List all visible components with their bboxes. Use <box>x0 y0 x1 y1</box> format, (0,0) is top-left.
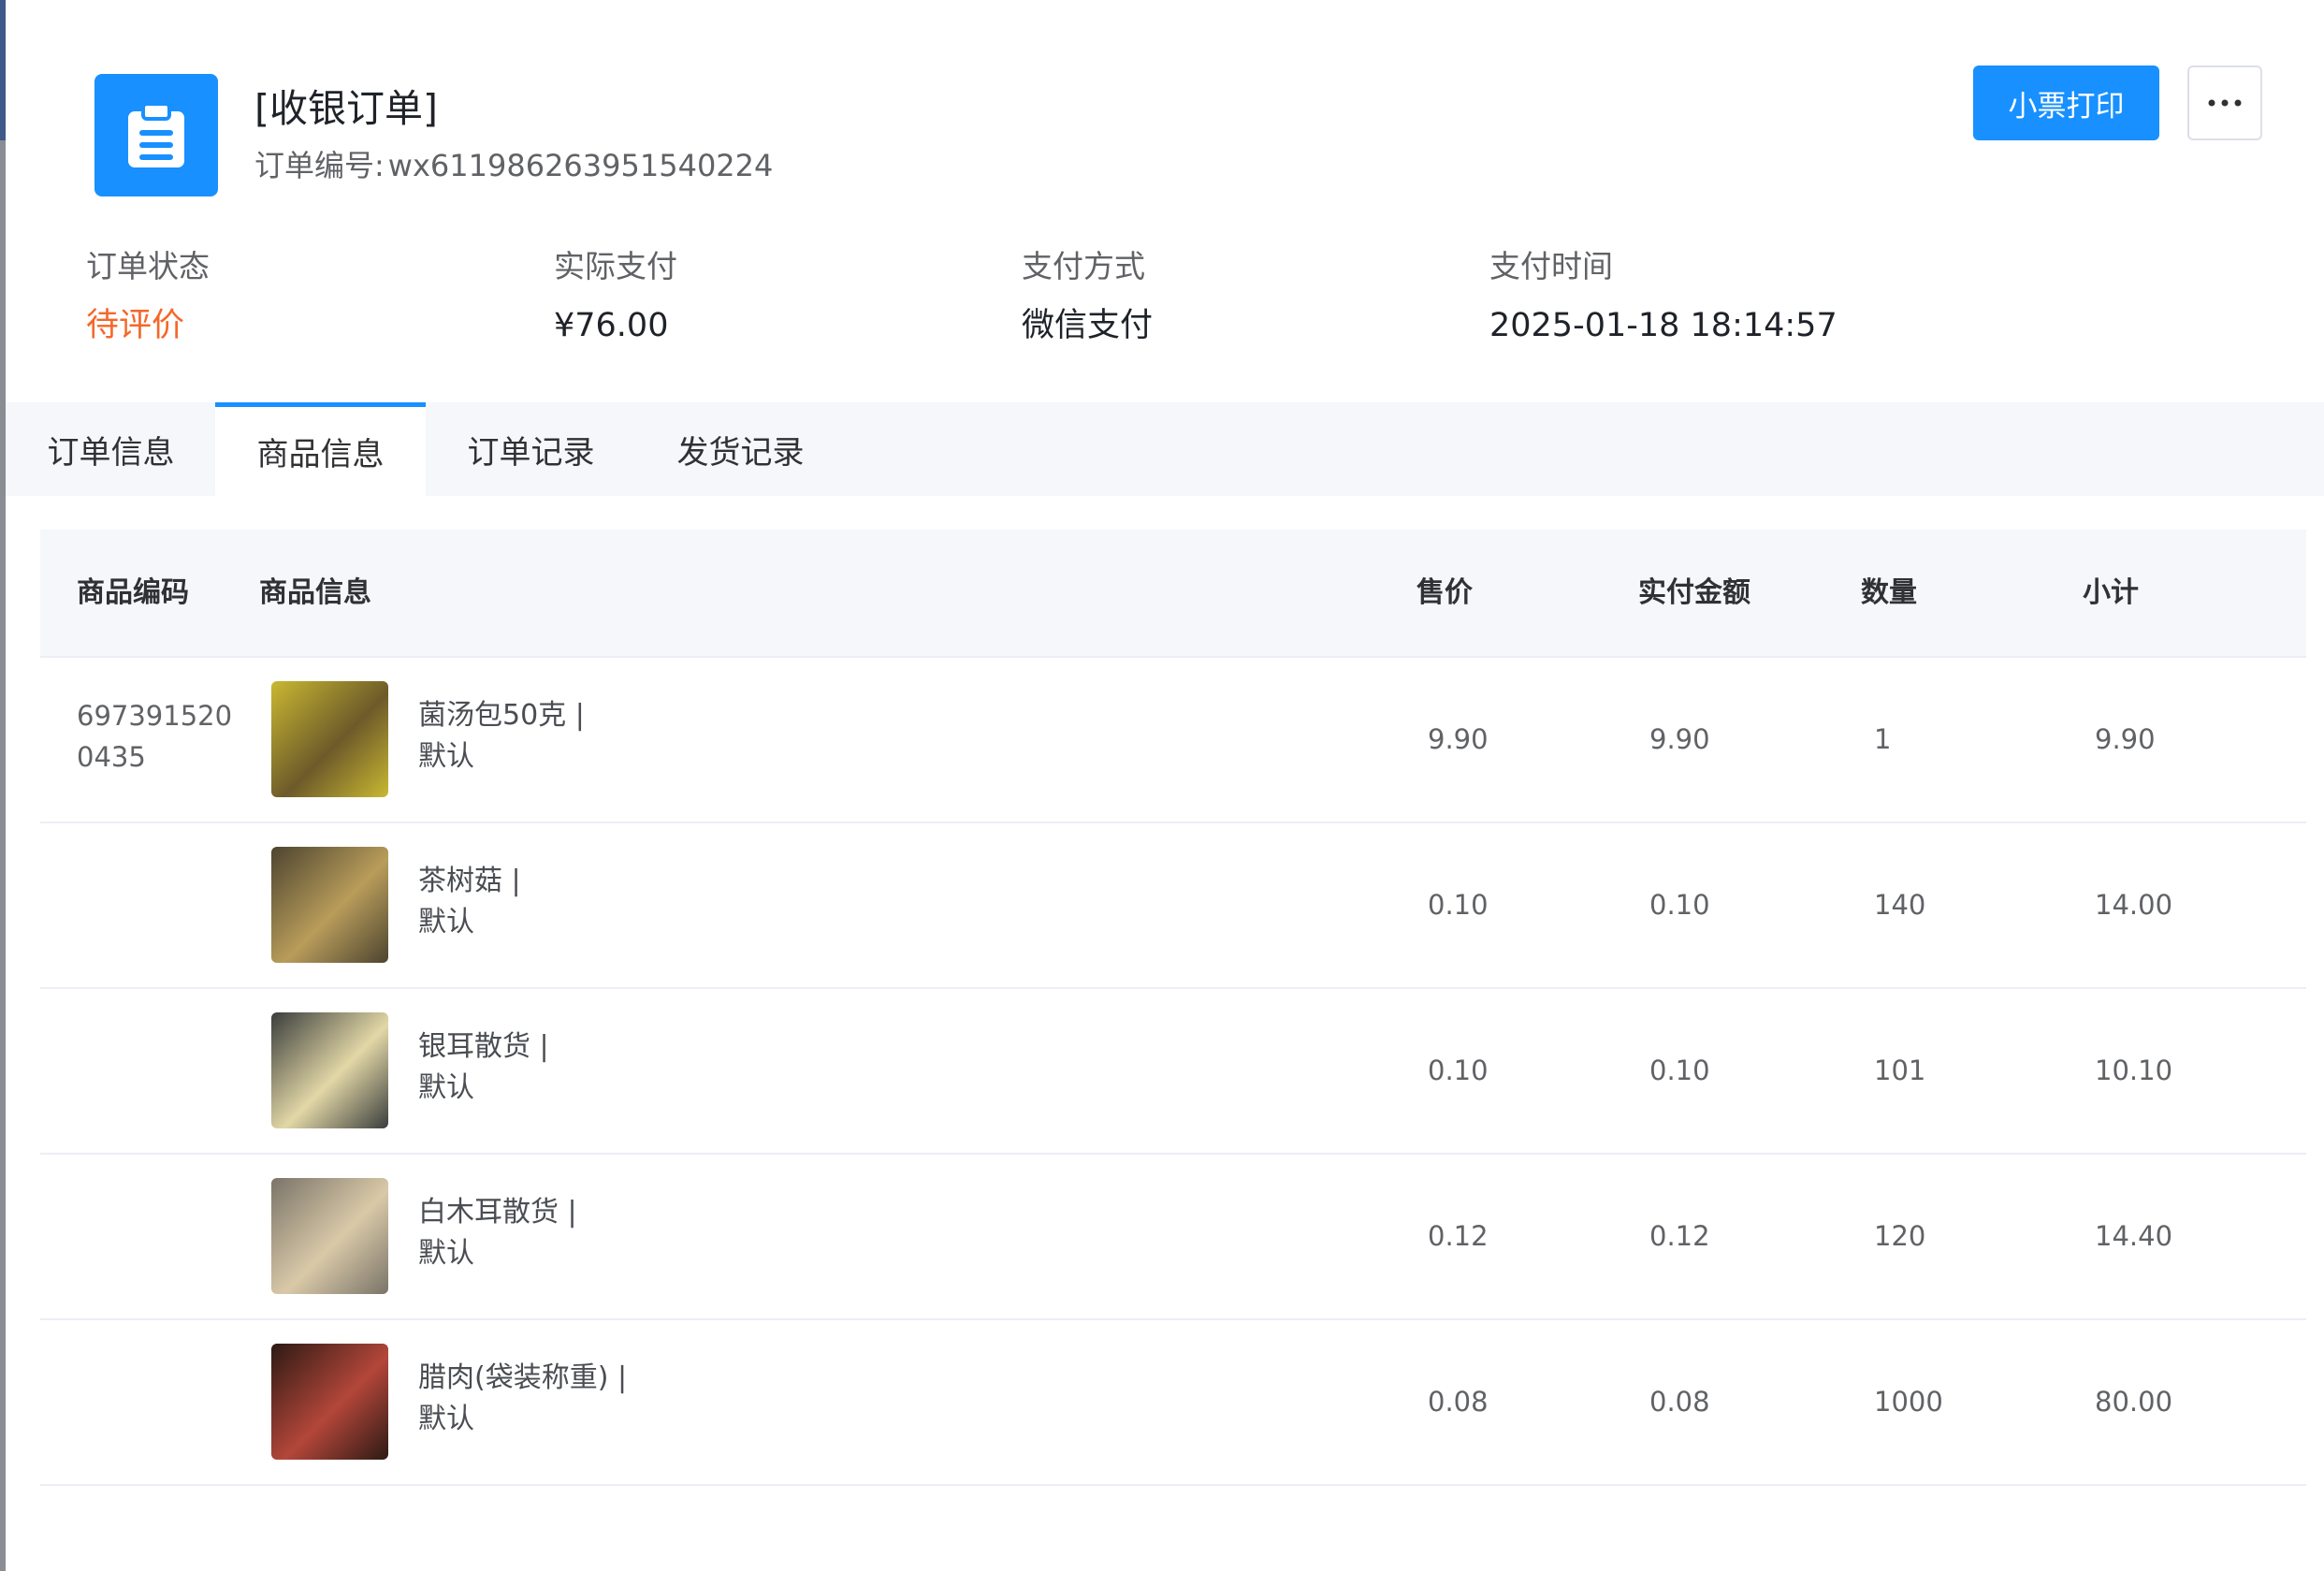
tab-order-info[interactable]: 订单信息 <box>6 402 216 496</box>
tab-shipping-records[interactable]: 发货记录 <box>635 402 846 496</box>
order-number-label: 订单编号: <box>254 148 385 183</box>
product-thumbnail <box>271 1344 388 1460</box>
summary-label: 支付时间 <box>1489 248 1613 284</box>
tab-product-info[interactable]: 商品信息 <box>215 402 426 496</box>
column-header-product: 商品信息 <box>259 576 371 609</box>
ellipsis-icon <box>2208 99 2242 107</box>
product-name: 茶树菇 | <box>418 865 521 897</box>
paid-amount-cell: 9.90 <box>1649 723 1710 755</box>
product-name: 白木耳散货 | <box>418 1196 577 1229</box>
table-row: 茶树菇 | 默认 0.10 0.10 140 14.00 <box>40 823 2306 989</box>
print-receipt-button[interactable]: 小票打印 <box>1973 65 2159 140</box>
order-status-value: 待评价 <box>86 307 185 344</box>
product-info-cell: 白木耳散货 | 默认 <box>418 1192 577 1274</box>
table-header: 商品编码 商品信息 售价 实付金额 数量 小计 <box>40 530 2306 658</box>
actual-payment-value: ¥76.00 <box>554 307 669 344</box>
quantity-cell: 101 <box>1874 1055 1926 1086</box>
order-number-value: wx611986263951540224 <box>387 148 774 183</box>
column-header-paid: 实付金额 <box>1638 576 1750 609</box>
column-header-code: 商品编码 <box>77 576 189 609</box>
tab-order-records[interactable]: 订单记录 <box>426 402 636 496</box>
column-header-quantity: 数量 <box>1861 576 1917 609</box>
subtotal-cell: 14.40 <box>2095 1220 2173 1252</box>
table-row: 银耳散货 | 默认 0.10 0.10 101 10.10 <box>40 989 2306 1155</box>
summary-actual-payment: 实际支付 ¥76.00 <box>554 245 677 348</box>
price-cell: 9.90 <box>1428 723 1489 755</box>
summary-label: 订单状态 <box>86 248 210 284</box>
quantity-cell: 1 <box>1874 723 1892 755</box>
detail-tabs: 订单信息 商品信息 订单记录 发货记录 <box>6 402 2324 496</box>
window-left-edge <box>0 0 6 1571</box>
product-table: 商品编码 商品信息 售价 实付金额 数量 小计 6973915200435 菌汤包… <box>40 530 2306 1486</box>
product-info-cell: 腊肉(袋装称重) | 默认 <box>418 1358 627 1440</box>
product-info-cell: 茶树菇 | 默认 <box>418 861 521 943</box>
order-title: [收银订单] <box>254 86 438 131</box>
product-info-cell: 银耳散货 | 默认 <box>418 1026 549 1109</box>
order-number: 订单编号: wx611986263951540224 <box>254 145 773 186</box>
price-cell: 0.08 <box>1428 1386 1489 1418</box>
paid-amount-cell: 0.10 <box>1649 889 1710 921</box>
subtotal-cell: 80.00 <box>2095 1386 2173 1418</box>
table-row: 6973915200435 菌汤包50克 | 默认 9.90 9.90 1 9.90 <box>40 658 2306 823</box>
clipboard-icon <box>94 74 218 196</box>
product-name: 腊肉(袋装称重) | <box>418 1361 628 1394</box>
subtotal-cell: 14.00 <box>2095 889 2173 921</box>
column-header-subtotal: 小计 <box>2083 576 2139 609</box>
more-actions-button[interactable] <box>2187 65 2262 140</box>
summary-payment-method: 支付方式 微信支付 <box>1022 245 1153 348</box>
product-thumbnail <box>271 1178 388 1294</box>
product-name: 银耳散货 | <box>418 1030 549 1063</box>
subtotal-cell: 10.10 <box>2095 1055 2173 1086</box>
paid-amount-cell: 0.12 <box>1649 1220 1710 1252</box>
summary-label: 实际支付 <box>554 248 677 284</box>
product-info-cell: 菌汤包50克 | 默认 <box>418 695 585 778</box>
product-spec: 默认 <box>418 906 474 938</box>
product-thumbnail <box>271 1012 388 1128</box>
product-thumbnail <box>271 681 388 797</box>
table-body: 6973915200435 菌汤包50克 | 默认 9.90 9.90 1 9.90 茶树菇 … <box>40 658 2306 1486</box>
product-spec: 默认 <box>418 1403 474 1435</box>
summary-order-status: 订单状态 待评价 <box>86 245 210 348</box>
column-header-price: 售价 <box>1416 576 1473 609</box>
product-name: 菌汤包50克 | <box>418 699 585 732</box>
table-row: 腊肉(袋装称重) | 默认 0.08 0.08 1000 80.00 <box>40 1320 2306 1486</box>
window-left-edge-accent <box>0 0 6 140</box>
table-row: 白木耳散货 | 默认 0.12 0.12 120 14.40 <box>40 1155 2306 1320</box>
summary-payment-time: 支付时间 2025-01-18 18:14:57 <box>1489 245 1837 348</box>
product-thumbnail <box>271 847 388 963</box>
summary-label: 支付方式 <box>1022 248 1145 284</box>
quantity-cell: 120 <box>1874 1220 1926 1252</box>
product-code-cell: 6973915200435 <box>77 700 233 773</box>
paid-amount-cell: 0.10 <box>1649 1055 1710 1086</box>
paid-amount-cell: 0.08 <box>1649 1386 1710 1418</box>
quantity-cell: 140 <box>1874 889 1926 921</box>
payment-method-value: 微信支付 <box>1022 307 1154 344</box>
payment-time-value: 2025-01-18 18:14:57 <box>1489 307 1837 344</box>
product-spec: 默认 <box>418 1237 474 1270</box>
quantity-cell: 1000 <box>1874 1386 1943 1418</box>
price-cell: 0.10 <box>1428 889 1489 921</box>
price-cell: 0.12 <box>1428 1220 1489 1252</box>
product-spec: 默认 <box>418 1071 474 1104</box>
subtotal-cell: 9.90 <box>2095 723 2156 755</box>
product-spec: 默认 <box>418 740 474 773</box>
price-cell: 0.10 <box>1428 1055 1489 1086</box>
